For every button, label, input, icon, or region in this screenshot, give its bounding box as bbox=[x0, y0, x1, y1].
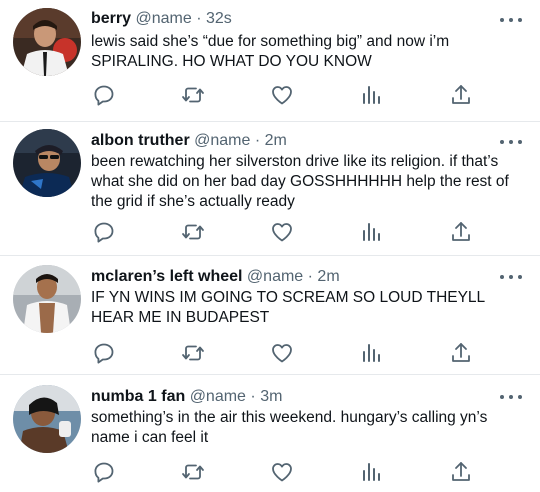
separator: · bbox=[254, 132, 261, 149]
avatar-photo bbox=[13, 8, 81, 76]
more-icon[interactable] bbox=[500, 15, 522, 25]
tweet[interactable]: numba 1 fan @name · 3m something’s in th… bbox=[0, 375, 540, 492]
timestamp[interactable]: 2m bbox=[317, 268, 339, 285]
timestamp[interactable]: 32s bbox=[206, 10, 232, 27]
more-icon[interactable] bbox=[500, 137, 522, 147]
timeline: berry @name · 32s lewis said she’s “due … bbox=[0, 0, 540, 492]
heart-icon[interactable] bbox=[270, 83, 294, 107]
handle[interactable]: @name bbox=[247, 268, 303, 285]
tweet[interactable]: berry @name · 32s lewis said she’s “due … bbox=[0, 0, 540, 121]
share-icon[interactable] bbox=[449, 220, 473, 244]
tweet-header: berry @name · 32s bbox=[91, 8, 232, 30]
separator: · bbox=[196, 10, 202, 27]
tweet-text: lewis said she’s “due for something big”… bbox=[91, 33, 450, 70]
handle[interactable]: @name bbox=[190, 388, 246, 405]
views-icon[interactable] bbox=[359, 460, 383, 484]
retweet-icon[interactable] bbox=[181, 341, 205, 365]
separator: · bbox=[307, 268, 313, 285]
handle[interactable]: @name bbox=[194, 132, 250, 149]
tweet-text: IF YN WINS IM GOING TO SCREAM SO LOUD TH… bbox=[91, 289, 485, 326]
timestamp[interactable]: 3m bbox=[260, 388, 282, 405]
tweet-header: numba 1 fan @name · 3m bbox=[91, 386, 282, 408]
avatar[interactable] bbox=[13, 265, 81, 333]
tweet-header: mclaren’s left wheel @name · 2m bbox=[91, 266, 340, 288]
tweet-actions bbox=[0, 341, 540, 365]
separator: · bbox=[250, 388, 256, 405]
tweet-actions bbox=[0, 460, 540, 484]
avatar-photo bbox=[13, 129, 81, 197]
reply-icon[interactable] bbox=[92, 83, 116, 107]
avatar[interactable] bbox=[13, 8, 81, 76]
display-name[interactable]: albon truther bbox=[91, 132, 190, 149]
display-name[interactable]: mclaren’s left wheel bbox=[91, 268, 242, 285]
reply-icon[interactable] bbox=[92, 460, 116, 484]
reply-icon[interactable] bbox=[92, 341, 116, 365]
display-name[interactable]: berry bbox=[91, 10, 131, 27]
reply-icon[interactable] bbox=[92, 220, 116, 244]
more-icon[interactable] bbox=[500, 392, 522, 402]
tweet[interactable]: mclaren’s left wheel @name · 2m IF YN WI… bbox=[0, 256, 540, 374]
display-name[interactable]: numba 1 fan bbox=[91, 388, 185, 405]
retweet-icon[interactable] bbox=[181, 220, 205, 244]
tweet-header: albon truther @name · 2m bbox=[91, 130, 287, 152]
tweet-actions bbox=[0, 83, 540, 107]
tweet[interactable]: albon truther @name · 2m been rewatching… bbox=[0, 122, 540, 255]
tweet-text: something’s in the air this weekend. hun… bbox=[91, 409, 488, 446]
timestamp[interactable]: 2m bbox=[265, 132, 287, 149]
share-icon[interactable] bbox=[449, 341, 473, 365]
more-icon[interactable] bbox=[500, 272, 522, 282]
views-icon[interactable] bbox=[359, 341, 383, 365]
avatar-photo bbox=[13, 385, 81, 453]
share-icon[interactable] bbox=[449, 83, 473, 107]
heart-icon[interactable] bbox=[270, 460, 294, 484]
avatar[interactable] bbox=[13, 385, 81, 453]
avatar-photo bbox=[13, 265, 81, 333]
views-icon[interactable] bbox=[359, 83, 383, 107]
views-icon[interactable] bbox=[359, 220, 383, 244]
retweet-icon[interactable] bbox=[181, 460, 205, 484]
handle[interactable]: @name bbox=[135, 10, 191, 27]
heart-icon[interactable] bbox=[270, 341, 294, 365]
avatar[interactable] bbox=[13, 129, 81, 197]
share-icon[interactable] bbox=[449, 460, 473, 484]
tweet-text: been rewatching her silverston drive lik… bbox=[91, 153, 509, 210]
tweet-actions bbox=[0, 220, 540, 244]
heart-icon[interactable] bbox=[270, 220, 294, 244]
retweet-icon[interactable] bbox=[181, 83, 205, 107]
